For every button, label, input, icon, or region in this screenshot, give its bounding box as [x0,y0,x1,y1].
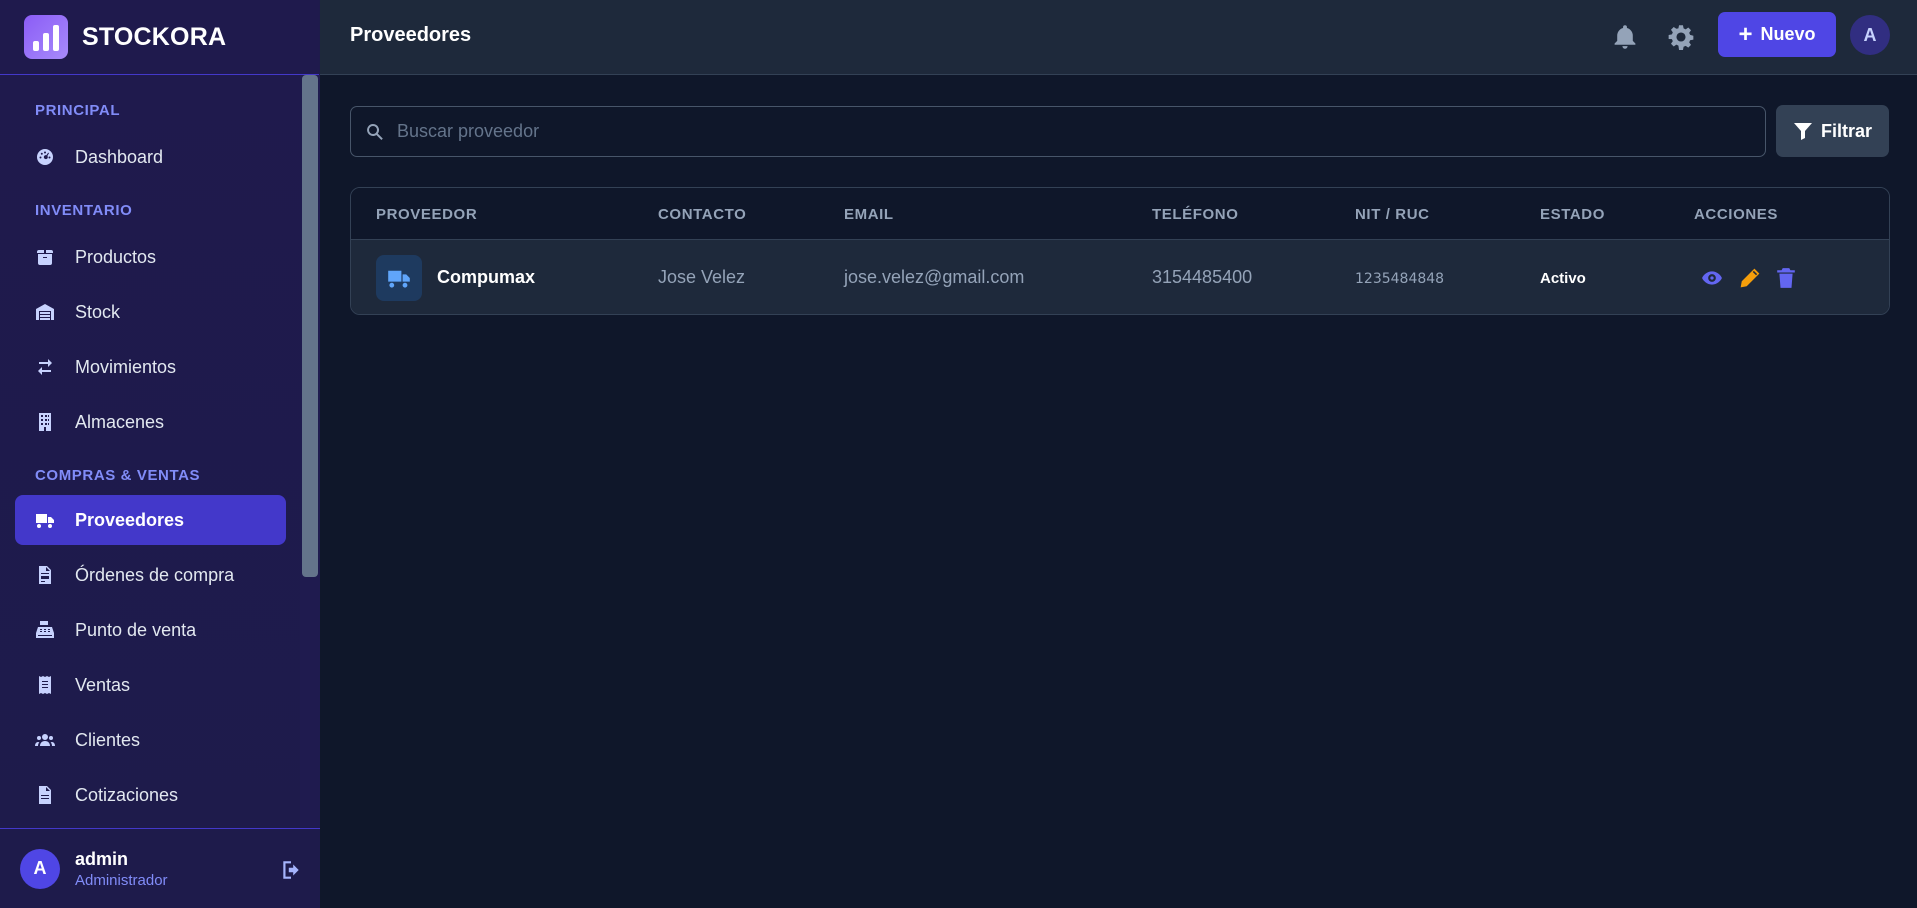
col-header-contacto[interactable]: CONTACTO [658,206,746,223]
sidebar-item-label: Stock [75,301,121,322]
sidebar-item-label: Ventas [75,674,131,695]
plus-icon: + [1738,20,1753,48]
supplier-contact: Jose Velez [658,267,746,287]
page-title: Proveedores [350,24,472,46]
sidebar-item-productos[interactable]: Productos [15,232,286,282]
file-icon [39,786,51,804]
sidebar-nav: PRINCIPAL Dashboard INVENTARIO Productos… [0,75,300,827]
section-label-principal: PRINCIPAL [35,102,121,119]
sidebar-item-almacenes[interactable]: Almacenes [15,397,286,447]
col-header-proveedor[interactable]: PROVEEDOR [376,206,477,223]
gauge-icon [37,149,53,165]
sidebar-item-stock[interactable]: Stock [15,287,286,337]
sidebar-item-label: Clientes [75,729,141,750]
view-eye-icon[interactable] [1701,267,1723,289]
new-button-label: Nuevo [1760,24,1816,44]
sidebar-item-cotizaciones[interactable]: Cotizaciones [15,770,286,820]
section-label-inventario: INVENTARIO [35,202,133,219]
user-name: admin [75,848,129,869]
new-button[interactable]: + Nuevo [1718,12,1836,57]
section-label-compras-ventas: COMPRAS & VENTAS [35,467,201,484]
sidebar-item-label: Movimientos [75,356,177,377]
sidebar-item-clientes[interactable]: Clientes [15,715,286,765]
supplier-name: Compumax [437,267,536,287]
sidebar-item-proveedores[interactable]: Proveedores [15,495,286,545]
supplier-phone: 3154485400 [1152,267,1253,287]
truck-icon [388,270,410,288]
sidebar-item-label: Órdenes de compra [75,564,235,585]
sidebar-item-movimientos[interactable]: Movimientos [15,342,286,392]
brand-name: STOCKORA [82,22,227,51]
sidebar-item-label: Almacenes [75,411,165,432]
col-header-telefono[interactable]: TELÉFONO [1152,206,1238,223]
sidebar-scrollbar-thumb[interactable] [302,75,318,577]
col-header-acciones: ACCIONES [1694,206,1778,223]
sidebar-item-ordenes-compra[interactable]: Órdenes de compra [15,550,286,600]
sidebar-item-label: Dashboard [75,146,164,167]
users-icon [35,734,55,746]
bar-chart-logo-icon [24,15,68,59]
box-icon [37,250,53,265]
filter-button-label: Filtrar [1820,120,1872,141]
col-header-estado[interactable]: ESTADO [1540,206,1605,223]
search-input[interactable] [397,121,1697,142]
warehouse-icon [36,304,54,320]
table-row[interactable]: Compumax Jose Velez jose.velez@gmail.com… [351,240,1889,314]
truck-icon [36,514,54,528]
filter-icon [1793,123,1812,140]
supplier-nit: 1235484848 [1355,271,1445,287]
arrows-exchange-icon [38,359,52,375]
file-invoice-icon [39,566,51,584]
status-badge: Activo [1540,270,1586,287]
search-icon [367,123,383,140]
sidebar-item-label: Proveedores [75,509,185,530]
receipt-icon [39,676,51,694]
supplier-avatar [376,255,422,301]
col-header-nit-ruc[interactable]: NIT / RUC [1355,206,1430,223]
search-box [350,106,1766,157]
user-role: Administrador [75,871,168,889]
sidebar: STOCKORA PRINCIPAL Dashboard INVENTARIO … [0,0,320,908]
sidebar-item-label: Productos [75,246,157,267]
user-profile: A admin Administrador [0,828,320,908]
sidebar-item-ventas[interactable]: Ventas [15,660,286,710]
header-avatar[interactable]: A [1850,15,1890,55]
avatar[interactable]: A [20,848,60,889]
building-icon [39,413,51,431]
sidebar-item-label: Cotizaciones [75,784,179,805]
suppliers-table: PROVEEDOR CONTACTO EMAIL TELÉFONO NIT / … [350,187,1890,315]
delete-trash-icon[interactable] [1775,267,1797,289]
cash-register-icon [36,621,54,638]
gear-icon[interactable] [1668,24,1694,50]
edit-pencil-icon[interactable] [1739,267,1761,289]
bell-icon[interactable] [1612,24,1638,50]
table-header: PROVEEDOR CONTACTO EMAIL TELÉFONO NIT / … [351,188,1889,240]
sidebar-item-punto-venta[interactable]: Punto de venta [15,605,286,655]
supplier-email: jose.velez@gmail.com [844,267,1025,287]
sidebar-item-dashboard[interactable]: Dashboard [15,132,286,182]
filter-button[interactable]: Filtrar [1776,105,1889,157]
brand[interactable]: STOCKORA [0,0,319,75]
top-header: Proveedores + Nuevo A [320,0,1917,75]
sidebar-item-label: Punto de venta [75,619,197,640]
col-header-email[interactable]: EMAIL [844,206,894,223]
logout-icon[interactable] [280,859,302,881]
